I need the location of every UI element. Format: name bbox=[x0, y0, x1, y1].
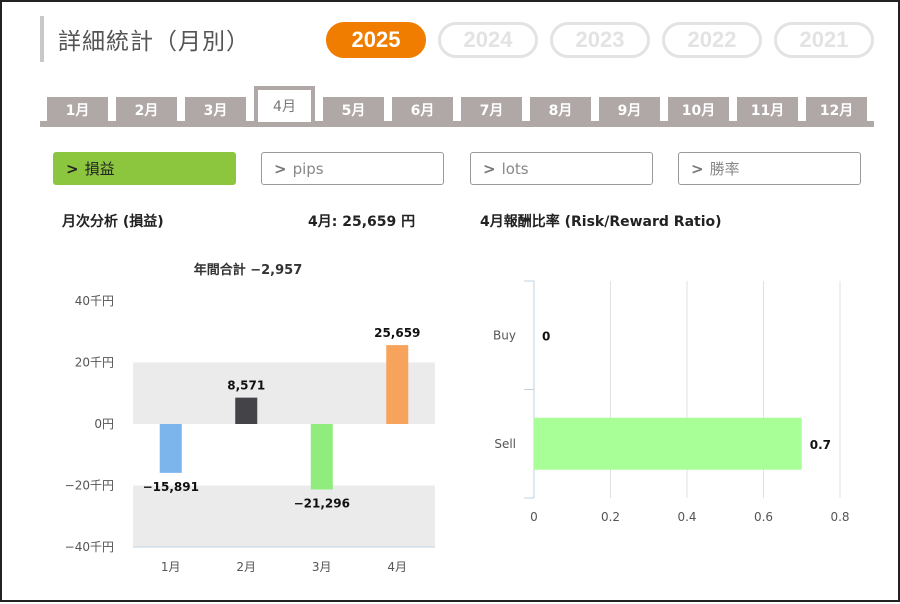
plot-band bbox=[133, 485, 435, 547]
bar-4[interactable] bbox=[386, 345, 409, 424]
category-label: Sell bbox=[494, 437, 516, 451]
y-tick-label: 0円 bbox=[94, 417, 114, 431]
x-tick-label: 0.8 bbox=[830, 510, 849, 524]
x-tick-label: 2月 bbox=[236, 560, 256, 574]
bar-sell[interactable] bbox=[534, 417, 802, 470]
bar-2[interactable] bbox=[235, 397, 258, 424]
data-label: 8,571 bbox=[227, 379, 265, 393]
bar-3[interactable] bbox=[310, 424, 333, 490]
x-tick-label: 4月 bbox=[387, 560, 407, 574]
data-label: 0.7 bbox=[810, 438, 831, 452]
y-tick-label: −40千円 bbox=[65, 540, 114, 554]
data-label: −21,296 bbox=[294, 496, 350, 510]
bar-1[interactable] bbox=[159, 424, 182, 473]
charts-canvas: 年間合計 −2,957 40千円 20千円 0円 −20千円 −40千円 −15,891… bbox=[65, 262, 850, 574]
x-tick-label: 1月 bbox=[161, 560, 181, 574]
y-tick-label: 40千円 bbox=[75, 294, 114, 308]
x-tick-label: 0.6 bbox=[754, 510, 773, 524]
y-tick-label: 20千円 bbox=[75, 356, 114, 370]
data-label: 0 bbox=[542, 329, 550, 343]
category-label: Buy bbox=[493, 328, 516, 342]
stats-panel: 詳細統計（月別） 2025 2024 2023 2022 2021 1月 2月 … bbox=[0, 0, 900, 602]
x-tick-label: 3月 bbox=[312, 560, 332, 574]
risk-reward-chart: Buy Sell 0 0.7 0 0.2 0.4 0.6 0.8 bbox=[493, 280, 850, 524]
data-label: 25,659 bbox=[374, 326, 420, 340]
chart-title: 年間合計 −2,957 bbox=[194, 262, 303, 278]
y-tick-label: −20千円 bbox=[65, 479, 114, 493]
x-tick-label: 0.4 bbox=[677, 510, 696, 524]
data-label: −15,891 bbox=[143, 480, 199, 494]
x-tick-label: 0.2 bbox=[601, 510, 620, 524]
x-tick-label: 0 bbox=[530, 510, 538, 524]
monthly-pl-chart: 年間合計 −2,957 40千円 20千円 0円 −20千円 −40千円 −15,891… bbox=[65, 262, 435, 574]
